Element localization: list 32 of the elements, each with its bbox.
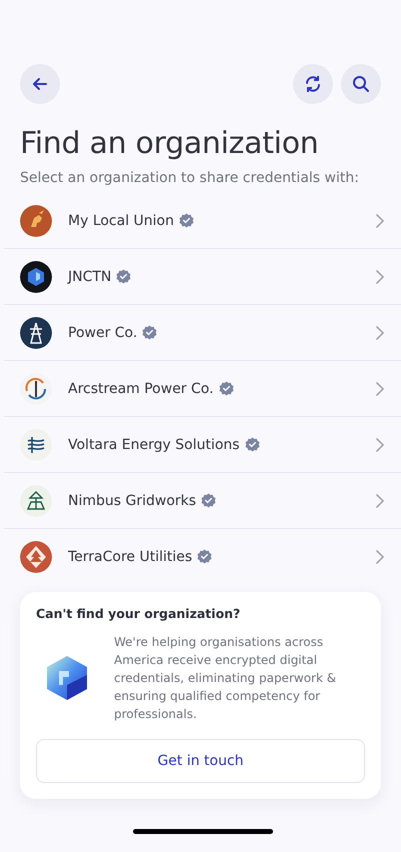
search-icon: [351, 74, 371, 94]
organization-row[interactable]: Voltara Energy Solutions: [4, 417, 401, 473]
chevron-right-icon: [375, 212, 385, 228]
refresh-button[interactable]: [293, 64, 333, 104]
cube-logo-icon: [46, 655, 88, 701]
organization-row[interactable]: Power Co.: [4, 305, 401, 361]
organization-row[interactable]: My Local Union: [4, 193, 401, 249]
search-button[interactable]: [341, 64, 381, 104]
chevron-right-icon: [375, 380, 385, 396]
organization-name: Nimbus Gridworks: [68, 492, 196, 508]
organization-name: Arcstream Power Co.: [68, 380, 214, 396]
organization-name: My Local Union: [68, 212, 174, 228]
chevron-right-icon: [375, 268, 385, 284]
organization-row[interactable]: TerraCore Utilities: [4, 529, 401, 584]
organization-name: Voltara Energy Solutions: [68, 436, 240, 452]
refresh-icon: [303, 74, 323, 94]
organization-name: TerraCore Utilities: [68, 548, 192, 564]
chevron-right-icon: [375, 324, 385, 340]
organization-name: JNCTN: [68, 268, 112, 284]
card-description: We're helping organisations across America receive encrypted digital credentials, eliminating paperwork & ensuring qualified competency for professionals.: [114, 634, 338, 723]
chevron-right-icon: [375, 436, 385, 452]
organization-row[interactable]: JNCTN: [4, 249, 401, 305]
organization-name: Power Co.: [68, 324, 138, 340]
back-button[interactable]: [20, 64, 60, 104]
get-in-touch-button[interactable]: Get in touch: [36, 739, 365, 783]
chevron-right-icon: [375, 548, 385, 564]
organization-row[interactable]: Arcstream Power Co.: [4, 361, 401, 417]
card-heading: Can't find your organization?: [36, 606, 242, 621]
page-title: Find an organization: [20, 126, 320, 161]
chevron-right-icon: [375, 492, 385, 508]
organization-row[interactable]: Nimbus Gridworks: [4, 473, 401, 529]
subtitle: Select an organization to share credentials with:: [20, 169, 360, 187]
